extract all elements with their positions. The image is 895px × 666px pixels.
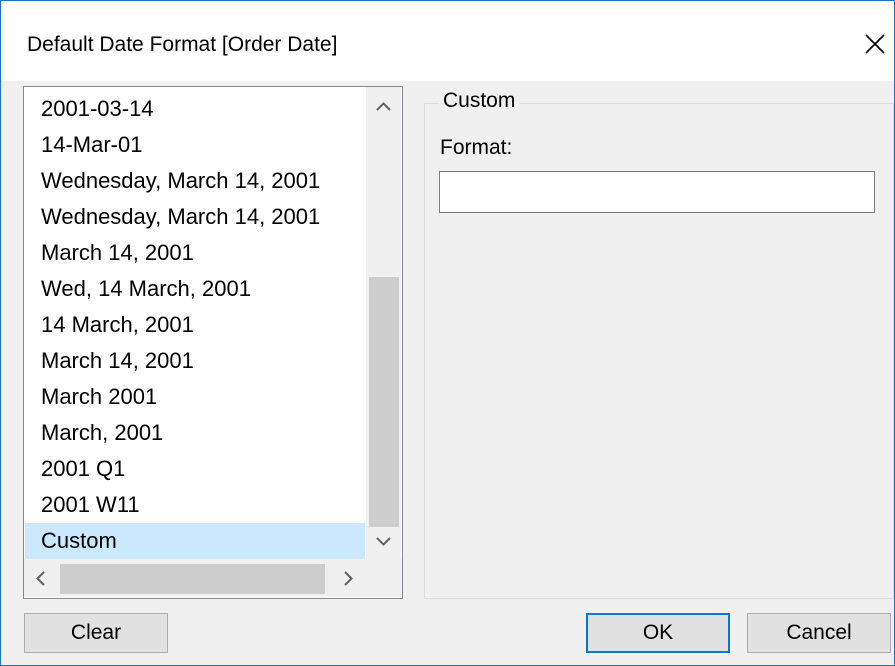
scroll-right-button[interactable] (330, 561, 365, 596)
list-item-selected[interactable]: Custom (25, 523, 365, 559)
horizontal-scrollbar[interactable] (24, 559, 366, 597)
dialog-title: Default Date Format [Order Date] (27, 33, 338, 56)
list-item[interactable]: March, 2001 (25, 415, 365, 451)
list-item[interactable]: March 2001 (25, 379, 365, 415)
format-input[interactable] (439, 171, 875, 213)
list-item[interactable]: 14-Mar-01 (25, 127, 365, 163)
list-item[interactable]: 2001 W11 (25, 487, 365, 523)
dialog-window: Default Date Format [Order Date] 2001-03… (0, 0, 895, 666)
format-label: Format: (440, 136, 513, 159)
list-item[interactable]: Wednesday, March 14, 2001 (25, 199, 365, 235)
list-item[interactable]: March 14, 2001 (25, 343, 365, 379)
vertical-scroll-thumb[interactable] (369, 277, 399, 527)
scroll-up-icon (376, 102, 391, 111)
scroll-right-icon (344, 571, 353, 586)
list-item[interactable]: Wed, 14 March, 2001 (25, 271, 365, 307)
ok-button[interactable]: OK (586, 613, 730, 653)
list-item[interactable]: 2001 Q1 (25, 451, 365, 487)
list-item[interactable]: 2001-03-14 (25, 91, 365, 127)
scroll-left-button[interactable] (24, 561, 59, 596)
close-button[interactable] (853, 23, 893, 63)
list-item[interactable]: Wednesday, March 14, 2001 (25, 163, 365, 199)
list-item[interactable]: 14 March, 2001 (25, 307, 365, 343)
scroll-up-button[interactable] (366, 89, 401, 124)
scroll-left-icon (36, 571, 45, 586)
custom-group-title: Custom (439, 89, 520, 113)
vertical-scrollbar[interactable] (366, 87, 401, 559)
cancel-button[interactable]: Cancel (747, 613, 891, 653)
scroll-down-button[interactable] (366, 524, 401, 559)
scrollbar-corner (366, 559, 402, 597)
list-item[interactable]: March 14, 2001 (25, 235, 365, 271)
date-format-list[interactable]: 2001-03-14 14-Mar-01 Wednesday, March 14… (23, 86, 403, 599)
clear-button[interactable]: Clear (24, 613, 168, 653)
title-bar: Default Date Format [Order Date] (1, 1, 894, 81)
horizontal-scroll-thumb[interactable] (60, 564, 325, 594)
close-icon (865, 34, 885, 54)
scroll-down-icon (376, 537, 391, 546)
